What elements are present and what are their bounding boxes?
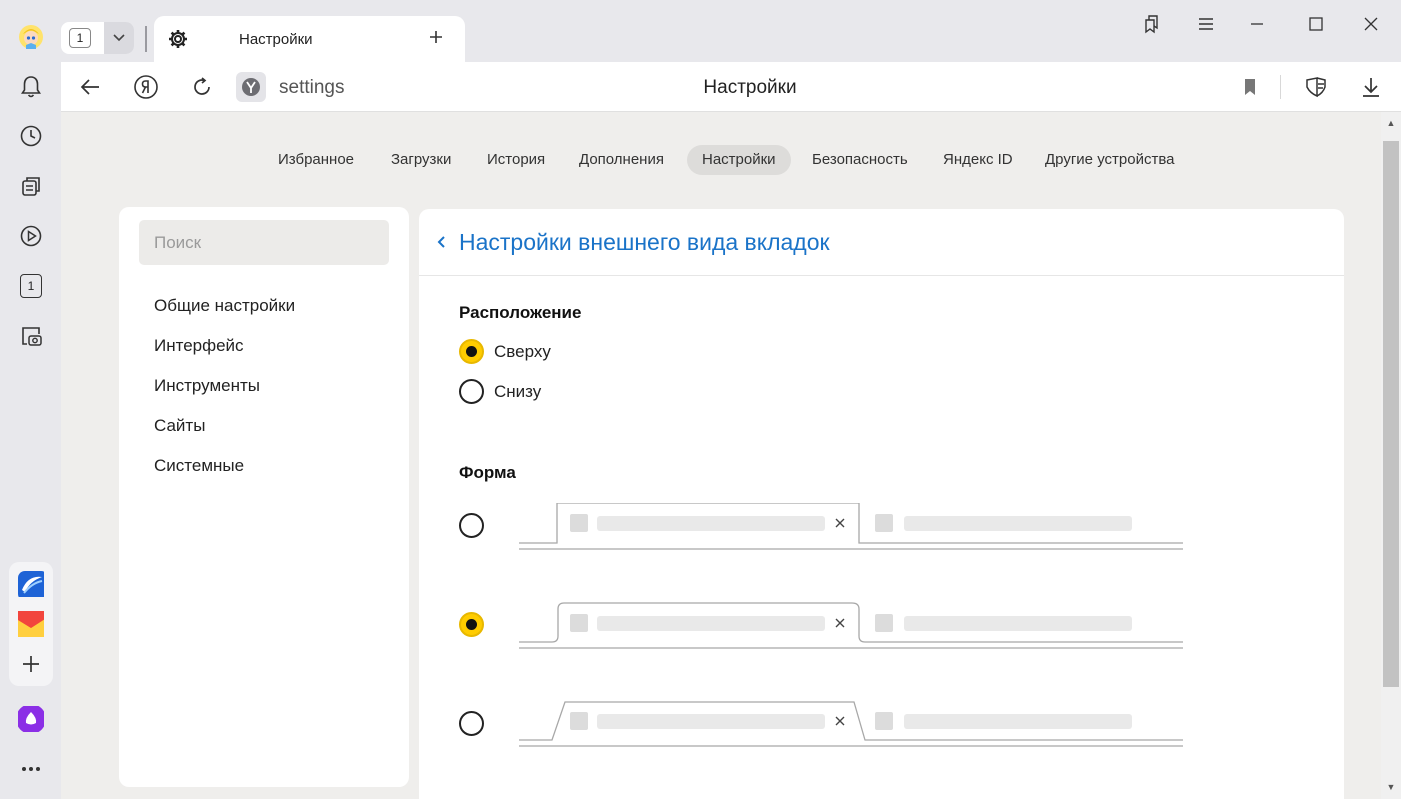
tab-list-dropdown[interactable]	[104, 22, 134, 54]
nav-tab-favorites[interactable]: Избранное	[263, 145, 369, 175]
titlebar: 1 Настройки	[61, 0, 1401, 62]
browser-menu-button[interactable]	[1194, 12, 1218, 36]
menu-item-interface[interactable]: Интерфейс	[154, 336, 244, 356]
bookmark-icon	[1245, 79, 1255, 95]
scrollbar-thumb[interactable]	[1383, 141, 1399, 687]
close-icon	[1364, 17, 1378, 31]
profile-avatar[interactable]	[14, 20, 48, 54]
toolbar-divider	[1280, 75, 1281, 99]
menu-item-sites[interactable]: Сайты	[154, 416, 205, 436]
active-tab[interactable]: Настройки	[154, 16, 465, 62]
mail-app-icon	[18, 611, 44, 637]
maximize-icon	[1309, 17, 1323, 31]
collections-icon	[22, 177, 40, 196]
play-icon	[20, 225, 42, 247]
download-icon	[1363, 78, 1379, 97]
position-section-heading: Расположение	[459, 303, 582, 322]
active-tab-title: Настройки	[239, 31, 313, 48]
shield-icon	[1306, 77, 1326, 98]
radio-label-top[interactable]: Сверху	[494, 342, 551, 362]
minimize-button[interactable]	[1245, 12, 1269, 36]
hamburger-icon	[1199, 18, 1213, 30]
downloads-button[interactable]	[1358, 74, 1384, 100]
tab-shape-rounded-preview[interactable]	[519, 601, 1183, 651]
chevron-down-icon	[113, 34, 125, 42]
avatar-icon	[19, 25, 43, 49]
protect-button[interactable]	[1303, 74, 1329, 100]
settings-sidebar: Общие настройки Интерфейс Инструменты Са…	[119, 207, 409, 787]
radio-shape-square[interactable]	[459, 513, 484, 538]
vertical-sidebar: 1	[0, 0, 61, 799]
history-button[interactable]	[14, 119, 48, 153]
nav-tab-yandex-id[interactable]: Яндекс ID	[928, 145, 1028, 175]
radio-shape-trapezoid[interactable]	[459, 711, 484, 736]
menu-item-system[interactable]: Системные	[154, 456, 244, 476]
tab-counter-button[interactable]: 1	[61, 22, 134, 54]
media-button[interactable]	[14, 219, 48, 253]
yandex-messenger-app[interactable]	[14, 567, 48, 601]
tab-counter-sidebar-button[interactable]: 1	[14, 269, 48, 303]
tab-counter-number: 1	[69, 28, 91, 48]
alice-button[interactable]	[14, 702, 48, 736]
tab-counter-badge: 1	[20, 274, 42, 298]
notifications-button[interactable]	[14, 70, 48, 104]
nav-tab-security[interactable]: Безопасность	[797, 145, 923, 175]
messenger-app-icon	[18, 571, 44, 597]
plus-icon	[430, 31, 442, 43]
tab-shape-trapezoid-preview[interactable]	[519, 699, 1183, 749]
radio-shape-rounded[interactable]	[459, 612, 484, 637]
settings-main-panel: Настройки внешнего вида вкладок Располож…	[419, 209, 1344, 799]
minimize-icon	[1251, 23, 1263, 25]
settings-page: Избранное Загрузки История Дополнения На…	[61, 112, 1381, 799]
tab-separator	[145, 26, 147, 52]
collections-button[interactable]	[14, 169, 48, 203]
more-dots-icon	[22, 767, 40, 771]
menu-item-general[interactable]: Общие настройки	[154, 296, 295, 316]
radio-position-bottom[interactable]	[459, 379, 484, 404]
maximize-button[interactable]	[1304, 12, 1328, 36]
settings-nav: Избранное Загрузки История Дополнения На…	[61, 145, 1381, 175]
nav-tab-history[interactable]: История	[472, 145, 560, 175]
radio-position-top[interactable]	[459, 339, 484, 364]
screenshot-button[interactable]	[14, 319, 48, 353]
address-bar: settings Настройки	[61, 62, 1401, 112]
gear-icon	[169, 30, 187, 48]
tab-shape-square-preview[interactable]	[519, 503, 1183, 553]
page-title: Настройки	[703, 77, 797, 98]
more-options-button[interactable]	[14, 752, 48, 786]
collections-bookmark-button[interactable]	[1139, 12, 1163, 36]
page-scrollbar[interactable]: ▲ ▼	[1381, 112, 1401, 799]
menu-item-tools[interactable]: Инструменты	[154, 376, 260, 396]
alice-icon	[18, 706, 44, 732]
bell-icon	[21, 76, 41, 98]
panel-header: Настройки внешнего вида вкладок	[419, 209, 1344, 276]
bookmarks-icon	[1145, 15, 1158, 34]
radio-label-bottom[interactable]: Снизу	[494, 382, 541, 402]
scroll-down-arrow[interactable]: ▼	[1385, 781, 1397, 793]
chevron-left-icon[interactable]	[436, 234, 448, 250]
bookmark-button[interactable]	[1237, 74, 1263, 100]
yandex-mail-app[interactable]	[14, 607, 48, 641]
clock-icon	[20, 125, 42, 147]
settings-search-input[interactable]	[139, 220, 389, 265]
panel-title: Настройки внешнего вида вкладок	[459, 229, 830, 255]
nav-tab-settings[interactable]: Настройки	[687, 145, 791, 175]
add-app-button[interactable]	[14, 647, 48, 681]
nav-tab-other-devices[interactable]: Другие устройства	[1030, 145, 1189, 175]
nav-tab-downloads[interactable]: Загрузки	[376, 145, 466, 175]
close-window-button[interactable]	[1359, 12, 1383, 36]
scroll-up-arrow[interactable]: ▲	[1385, 117, 1397, 129]
screenshot-icon	[22, 327, 42, 346]
plus-icon	[23, 656, 39, 672]
new-tab-button[interactable]	[422, 23, 450, 51]
nav-tab-extensions[interactable]: Дополнения	[564, 145, 679, 175]
shape-section-heading: Форма	[459, 463, 516, 482]
